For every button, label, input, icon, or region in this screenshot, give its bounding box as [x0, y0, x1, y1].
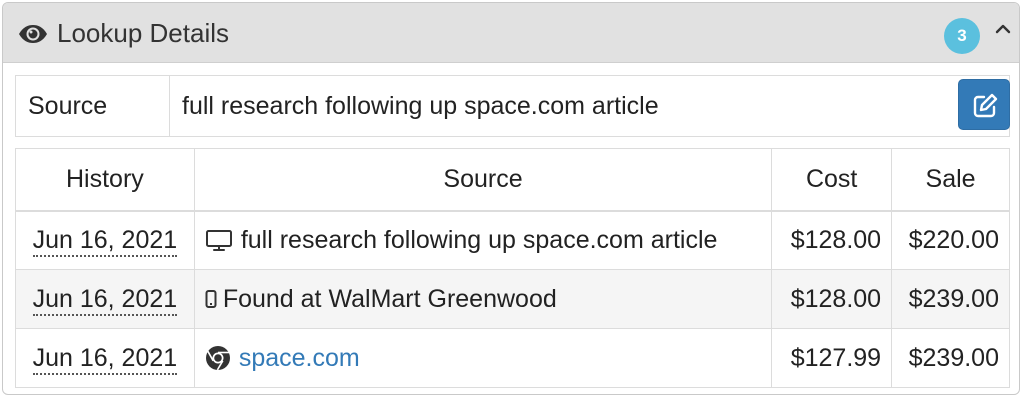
history-date-cell: Jun 16, 2021	[15, 210, 195, 270]
history-sale: $220.00	[891, 210, 1010, 270]
edit-source-button[interactable]	[958, 79, 1010, 130]
history-sale: $239.00	[891, 269, 1010, 329]
desktop-icon	[205, 230, 232, 252]
history-sale: $239.00	[891, 328, 1010, 388]
history-source-cell: full research following up space.com art…	[193, 210, 773, 270]
chrome-icon	[205, 346, 230, 371]
history-cost: $128.00	[771, 269, 893, 329]
source-field-label: Source	[16, 76, 170, 136]
table-row: Jun 16, 2021 full research following up …	[15, 210, 1010, 270]
column-header-history[interactable]: History	[15, 148, 195, 212]
table-row: Jun 16, 2021 Found at WalMart Greenwood …	[15, 269, 1010, 329]
column-header-source[interactable]: Source	[193, 148, 773, 212]
column-header-cost[interactable]: Cost	[771, 148, 893, 212]
eye-icon	[19, 25, 47, 43]
history-date[interactable]: Jun 16, 2021	[32, 225, 178, 257]
table-row: Jun 16, 2021 space.com $127.99 $239.00	[15, 328, 1010, 388]
history-cost: $127.99	[771, 328, 893, 388]
lookup-details-panel: Lookup Details 3 Source full research fo…	[2, 2, 1020, 395]
count-badge: 3	[944, 18, 980, 54]
source-field-row: Source full research following up space.…	[15, 75, 1010, 137]
source-field-value-cell: full research following up space.com art…	[170, 76, 1010, 136]
history-source-cell: space.com	[193, 328, 773, 388]
history-source-link[interactable]: space.com	[239, 344, 360, 373]
chevron-up-icon[interactable]	[991, 17, 1015, 41]
column-header-sale[interactable]: Sale	[891, 148, 1010, 212]
panel-title: Lookup Details	[57, 18, 229, 48]
history-date-cell: Jun 16, 2021	[15, 269, 195, 329]
history-table: History Source Cost Sale Jun 16, 2021 fu…	[15, 148, 1010, 388]
history-source-cell: Found at WalMart Greenwood	[193, 269, 773, 329]
history-date-cell: Jun 16, 2021	[15, 328, 195, 388]
history-source-text: full research following up space.com art…	[240, 225, 718, 254]
mobile-icon	[205, 290, 217, 308]
edit-icon	[973, 93, 998, 118]
table-header-row: History Source Cost Sale	[15, 148, 1010, 212]
source-field-value: full research following up space.com art…	[182, 92, 659, 120]
history-source-text: Found at WalMart Greenwood	[222, 284, 557, 313]
history-date[interactable]: Jun 16, 2021	[32, 343, 178, 375]
panel-header[interactable]: Lookup Details 3	[3, 3, 1019, 63]
history-date[interactable]: Jun 16, 2021	[32, 284, 178, 316]
history-cost: $128.00	[771, 210, 893, 270]
